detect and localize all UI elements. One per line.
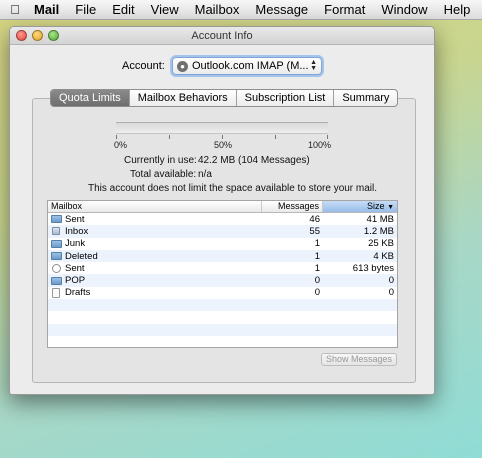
cell-size: 4 KB [373,250,394,262]
window-controls [16,30,59,41]
tab-bar: Quota Limits Mailbox Behaviors Subscript… [50,89,399,107]
inbox-icon [52,227,60,236]
mailbox-name: Inbox [65,225,89,237]
tick-100 [327,135,328,139]
table-row[interactable]: Junk 1 25 KB [48,238,397,250]
account-info-window: Account Info Account: ● Outlook.com IMAP… [9,26,435,395]
menu-window[interactable]: Window [373,2,435,17]
table-body: Sent 46 41 MB Inbox 55 1.2 MB Junk 1 25 KB Delete… [48,213,397,347]
tick-25 [169,135,170,139]
cell-mailbox: Junk [48,238,262,249]
cell-messages: 0 [314,287,320,299]
menu-edit[interactable]: Edit [104,2,142,17]
cell-size: 1.2 MB [363,225,394,237]
tab-summary[interactable]: Summary [334,90,397,106]
close-button[interactable] [16,30,27,41]
mailbox-name: Sent [65,213,85,225]
empty-row [48,323,397,336]
popup-arrows-icon: ▲ ▼ [310,59,317,72]
mailbox-name: Drafts [65,287,91,299]
menu-mail[interactable]: Mail [30,2,67,17]
column-header-size-label: Size [367,201,385,211]
folder-icon [51,276,62,285]
title-bar[interactable]: Account Info [10,27,434,45]
menu-format[interactable]: Format [316,2,373,17]
column-header-size[interactable]: Size ▼ [323,201,397,212]
cell-mailbox: Deleted [48,251,262,262]
cell-messages: 0 [314,275,320,287]
column-header-mailbox[interactable]: Mailbox [48,201,262,212]
account-popup-value: Outlook.com IMAP (M... [192,60,309,72]
menu-mailbox[interactable]: Mailbox [187,2,248,17]
menu-bar:  Mail File Edit View Mailbox Message Fo… [0,0,482,20]
folder-icon [51,239,62,248]
apple-logo-icon[interactable]:  [0,2,30,17]
menu-help[interactable]: Help [436,2,479,17]
zoom-button[interactable] [48,30,59,41]
table-row[interactable]: Sent 1 613 bytes [48,262,397,274]
cell-mailbox: POP [48,275,262,286]
quota-note: This account does not limit the space av… [88,183,378,194]
cell-size: 613 bytes [352,262,394,274]
cell-messages: 1 [314,262,320,274]
cell-size: 0 [388,275,394,287]
total-available-label: Total available: [130,169,197,180]
menu-view[interactable]: View [143,2,187,17]
cell-mailbox: Drafts [48,287,262,298]
table-row[interactable]: POP 0 0 [48,274,397,287]
tick-label-100: 100% [308,140,332,150]
in-use-label: Currently in use: [124,155,197,166]
folder-icon [51,252,62,261]
empty-row [48,299,397,312]
tick-50 [222,135,223,139]
quota-bar [116,122,328,134]
cell-size: 0 [388,287,394,299]
table-header: Mailbox Messages Size ▼ [48,201,397,213]
account-popup-button[interactable]: ● Outlook.com IMAP (M... ▲ ▼ [172,57,322,75]
total-available-value: n/a [198,169,212,180]
column-header-messages[interactable]: Messages [262,201,323,212]
globe-icon: ● [177,60,188,72]
minimize-button[interactable] [32,30,43,41]
table-row[interactable]: Sent 46 41 MB [48,213,397,225]
tab-mailbox-behaviors[interactable]: Mailbox Behaviors [130,90,237,106]
cell-size: 25 KB [368,238,394,250]
cell-messages: 1 [314,238,320,250]
tab-quota-limits[interactable]: Quota Limits [51,90,130,106]
menu-message[interactable]: Message [247,2,316,17]
cell-messages: 46 [309,213,320,225]
account-label: Account: [122,60,165,72]
empty-row [48,336,397,347]
tab-subscription-list[interactable]: Subscription List [237,90,335,106]
window-title: Account Info [191,30,253,42]
mailbox-name: Sent [65,262,85,274]
account-row: Account: ● Outlook.com IMAP (M... ▲ ▼ [10,57,434,75]
document-icon [52,287,60,298]
sent-icon [52,263,61,273]
cell-size: 41 MB [366,213,394,225]
cell-mailbox: Sent [48,214,262,225]
cell-messages: 1 [314,250,320,262]
folder-icon [51,215,62,224]
sort-descending-icon: ▼ [387,204,394,211]
cell-messages: 55 [309,225,320,237]
tick-label-50: 50% [214,140,233,150]
mailbox-name: POP [65,275,86,287]
tick-0 [116,135,117,139]
cell-mailbox: Inbox [48,226,262,237]
tick-label-0: 0% [114,140,128,150]
cell-mailbox: Sent [48,263,262,274]
menu-file[interactable]: File [67,2,104,17]
table-row[interactable]: Deleted 1 4 KB [48,249,397,263]
in-use-value: 42.2 MB (104 Messages) [198,155,310,166]
table-row[interactable]: Drafts 0 0 [48,287,397,299]
mailbox-name: Deleted [65,250,98,262]
table-row[interactable]: Inbox 55 1.2 MB [48,225,397,238]
show-messages-button[interactable]: Show Messages [321,353,397,366]
tick-75 [275,135,276,139]
mailbox-name: Junk [65,238,86,250]
empty-row [48,311,397,323]
mailbox-table: Mailbox Messages Size ▼ Sent 46 41 MB Inbox… [47,200,398,348]
